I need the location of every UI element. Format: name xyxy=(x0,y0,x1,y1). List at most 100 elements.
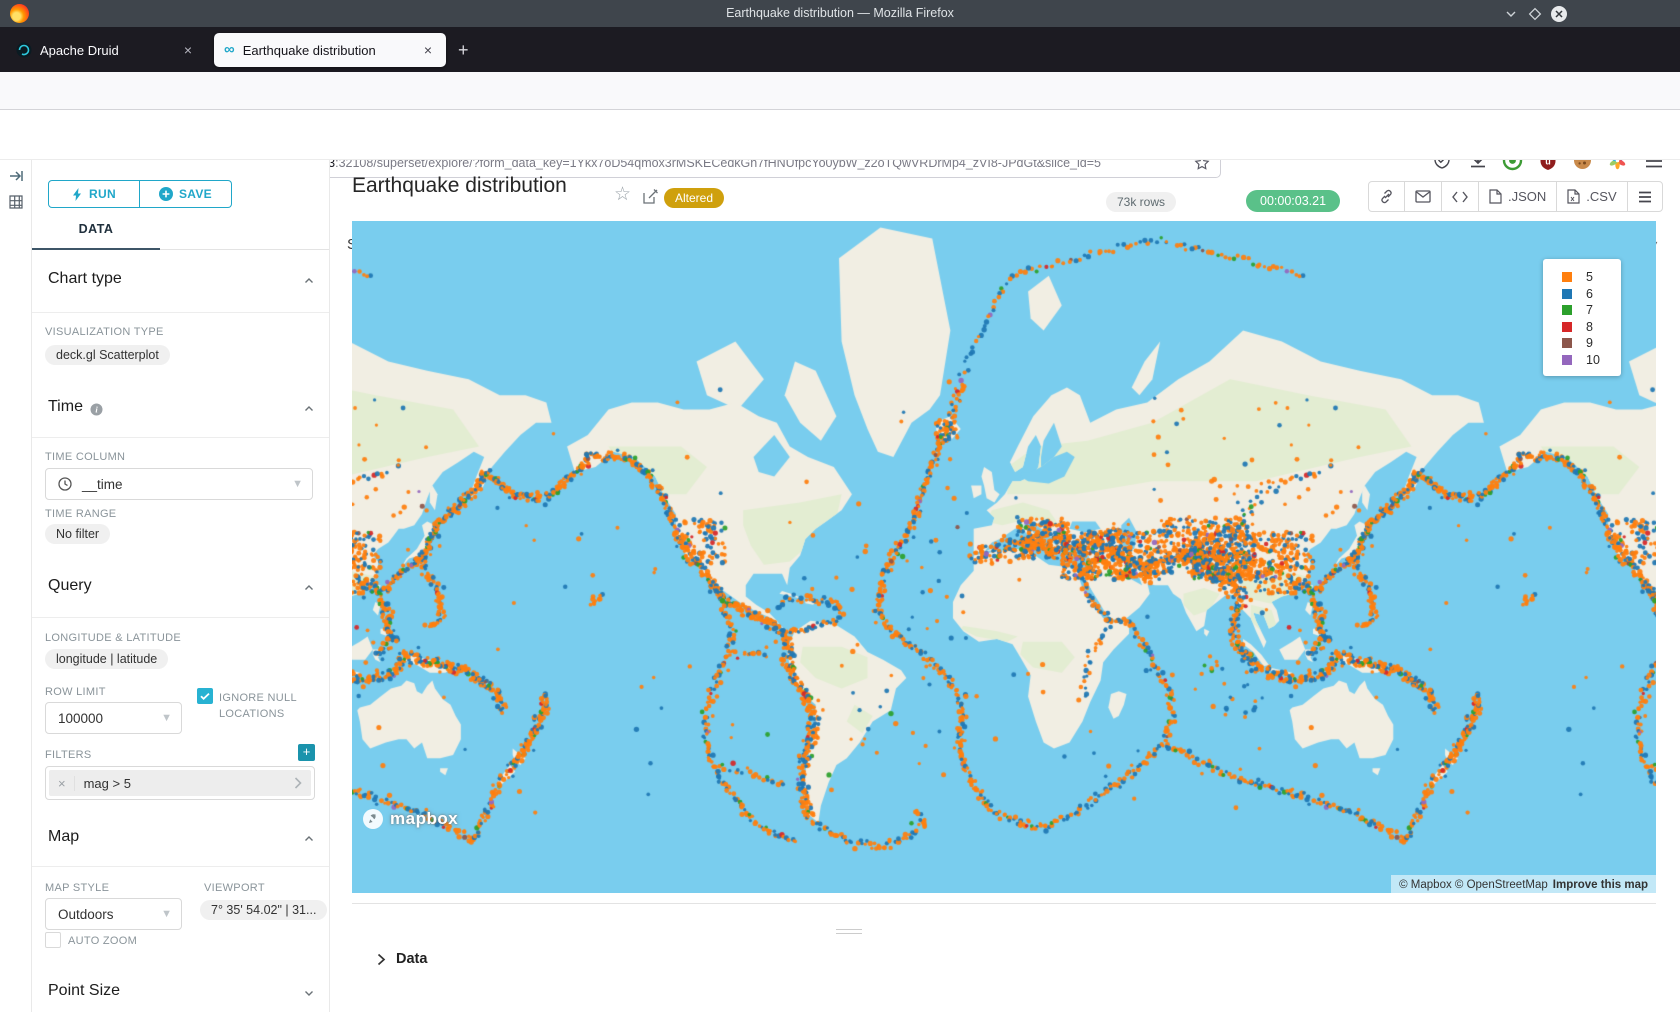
chevron-right-icon xyxy=(377,953,386,966)
embed-code-button[interactable] xyxy=(1442,182,1479,211)
legend-item: 9 xyxy=(1543,335,1621,352)
bolt-icon xyxy=(72,188,83,201)
favorite-star-icon[interactable]: ☆ xyxy=(614,183,631,206)
row-limit-label: ROW LIMIT xyxy=(45,686,106,698)
superset-navbar: Superset Dashboards Charts SQL Lab▼ Data… xyxy=(0,110,1680,160)
chevron-up-icon[interactable] xyxy=(304,583,314,593)
time-column-label: TIME COLUMN xyxy=(45,451,125,463)
collapse-panel-icon[interactable] xyxy=(8,168,24,184)
map-attribution[interactable]: © Mapbox © OpenStreetMapImprove this map xyxy=(1391,875,1656,894)
auto-zoom-checkbox[interactable] xyxy=(45,932,61,948)
run-button[interactable]: RUN xyxy=(48,180,140,208)
export-csv-button[interactable]: .CSV xyxy=(1557,182,1627,211)
legend-item: 10 xyxy=(1543,352,1621,369)
viz-type-value[interactable]: deck.gl Scatterplot xyxy=(45,345,170,365)
druid-favicon-icon xyxy=(16,42,32,58)
chevron-down-icon: ▼ xyxy=(292,478,312,490)
chevron-up-icon[interactable] xyxy=(304,834,314,844)
data-panel-toggle[interactable]: Data xyxy=(377,951,427,967)
viewport-value[interactable]: 7° 35' 54.02" | 31... xyxy=(200,900,327,920)
lonlat-value[interactable]: longitude | latitude xyxy=(45,649,168,669)
legend-item: 8 xyxy=(1543,319,1621,336)
chevron-up-icon[interactable] xyxy=(304,404,314,414)
time-range-label: TIME RANGE xyxy=(45,508,116,520)
section-point-size[interactable]: Point Size xyxy=(48,982,120,1000)
window-maximize-button[interactable] xyxy=(1526,5,1544,23)
time-range-value[interactable]: No filter xyxy=(45,524,110,544)
chart-menu-button[interactable] xyxy=(1628,182,1662,211)
email-button[interactable] xyxy=(1405,182,1442,211)
query-timer-badge: 00:00:03.21 xyxy=(1246,190,1340,212)
chart-title: Earthquake distribution xyxy=(352,174,567,198)
time-column-select[interactable]: __time ▼ xyxy=(45,468,313,500)
viewport-label: VIEWPORT xyxy=(204,882,265,894)
divider xyxy=(32,866,330,867)
deckgl-scatter-map[interactable] xyxy=(352,221,1656,893)
mapbox-logo[interactable]: mapbox xyxy=(362,808,458,830)
new-tab-button[interactable]: + xyxy=(458,41,469,59)
tab-data[interactable]: DATA xyxy=(32,222,160,236)
tab-earthquake-distribution[interactable]: ∞ Earthquake distribution × xyxy=(214,33,446,67)
file-icon xyxy=(1489,189,1502,204)
altered-badge[interactable]: Altered xyxy=(664,188,724,208)
lonlat-label: LONGITUDE & LATITUDE xyxy=(45,632,181,644)
chevron-down-icon[interactable] xyxy=(304,988,314,998)
legend-item: 5 xyxy=(1543,269,1621,286)
info-icon[interactable]: i xyxy=(90,403,103,416)
chevron-down-icon: ▼ xyxy=(161,908,181,920)
row-limit-select[interactable]: 100000 ▼ xyxy=(45,702,182,734)
chevron-up-icon[interactable] xyxy=(304,276,314,286)
clock-icon xyxy=(58,477,72,491)
auto-zoom-label: AUTO ZOOM xyxy=(68,935,137,947)
map-style-label: MAP STYLE xyxy=(45,882,109,894)
checkbox-checked[interactable] xyxy=(197,688,213,704)
window-title: Earthquake distribution — Mozilla Firefo… xyxy=(0,0,1680,27)
improve-map-link[interactable]: Improve this map xyxy=(1553,879,1648,891)
firefox-logo-icon xyxy=(10,4,29,23)
left-icon-rail xyxy=(0,160,32,1012)
filter-chip[interactable]: × mag > 5 xyxy=(49,770,311,796)
section-chart-type[interactable]: Chart type xyxy=(48,270,122,288)
data-results-panel xyxy=(352,903,1656,1012)
tab-close-icon[interactable]: × xyxy=(180,41,196,59)
window-minimize-button[interactable] xyxy=(1502,5,1520,23)
chevron-down-icon: ▼ xyxy=(161,712,181,724)
window-close-button[interactable] xyxy=(1550,5,1568,23)
section-map[interactable]: Map xyxy=(48,828,79,846)
dataset-grid-icon[interactable] xyxy=(8,194,24,210)
legend-item: 6 xyxy=(1543,286,1621,303)
divider xyxy=(32,312,330,313)
map-legend: 5 6 7 8 9 10 xyxy=(1543,259,1621,376)
divider xyxy=(32,437,330,438)
add-filter-button[interactable]: + xyxy=(298,744,315,761)
row-count-badge: 73k rows xyxy=(1106,192,1176,212)
ignore-null-label: IGNORE NULL LOCATIONS xyxy=(219,690,314,722)
active-tab-inkbar xyxy=(32,248,160,250)
explore-control-panel: RUN SAVE DATA Chart type VISUALIZATION T… xyxy=(32,160,330,1012)
tab-label: Apache Druid xyxy=(40,43,119,58)
map-style-select[interactable]: Outdoors ▼ xyxy=(45,898,182,930)
tab-close-icon[interactable]: × xyxy=(420,41,436,59)
browser-toolbar: 172.18.0.3:32108/superset/explore/?form_… xyxy=(0,72,1680,110)
copy-link-button[interactable] xyxy=(1369,182,1405,211)
section-query[interactable]: Query xyxy=(48,577,92,595)
filters-label: FILTERS xyxy=(45,749,92,761)
remove-filter-icon[interactable]: × xyxy=(49,776,75,791)
chevron-right-icon[interactable] xyxy=(294,777,302,789)
export-json-button[interactable]: .JSON xyxy=(1479,182,1557,211)
mapbox-wordmark: mapbox xyxy=(390,809,458,829)
map-canvas[interactable] xyxy=(352,221,1656,893)
save-button[interactable]: SAVE xyxy=(140,180,232,208)
tab-apache-druid[interactable]: Apache Druid × xyxy=(6,33,206,67)
viz-type-label: VISUALIZATION TYPE xyxy=(45,326,164,338)
section-time[interactable]: Time xyxy=(48,398,83,416)
filter-value: mag > 5 xyxy=(84,776,131,791)
legend-item: 7 xyxy=(1543,302,1621,319)
filter-box: × mag > 5 xyxy=(45,766,315,800)
file-csv-icon xyxy=(1567,189,1580,204)
edit-properties-icon[interactable] xyxy=(643,188,659,204)
browser-tab-strip: Apache Druid × ∞ Earthquake distribution… xyxy=(0,27,1680,72)
window-titlebar: Earthquake distribution — Mozilla Firefo… xyxy=(0,0,1680,27)
tab-label: Earthquake distribution xyxy=(243,43,376,58)
divider xyxy=(32,617,330,618)
